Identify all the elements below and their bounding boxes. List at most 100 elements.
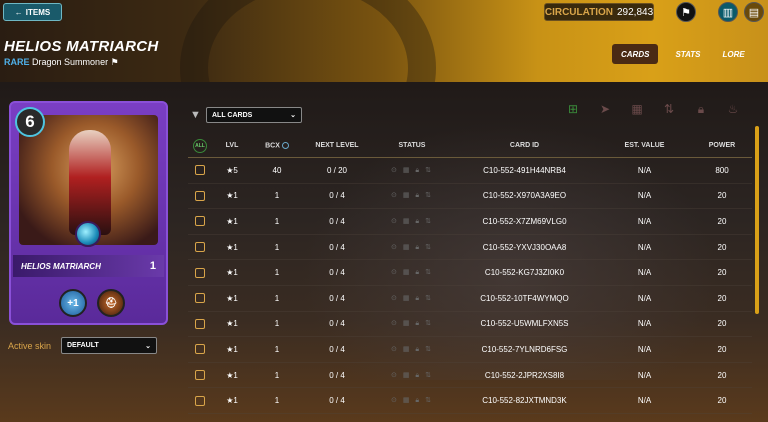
send-icon[interactable]: ➤: [596, 100, 614, 118]
table-row[interactable]: ★1 1 0 / 4 ⊙ ▦ 🔒︎ ⇅ C10-552-82JXTMND3K N/A 20: [188, 388, 752, 414]
row-card-id: C10-552-491H44NRB4: [483, 165, 566, 175]
table-row[interactable]: ★1 1 0 / 4 ⊙ ▦ 🔒︎ ⇅ C10-552-10TF4WYMQO N/A 20: [188, 286, 752, 312]
row-lvl: ★1: [226, 344, 238, 354]
table-row[interactable]: ★1 1 0 / 4 ⊙ ▦ 🔒︎ ⇅ C10-552-2JPR2XS8I8 N/A 20: [188, 363, 752, 389]
col-next-level[interactable]: NEXT LEVEL: [302, 142, 372, 149]
status-icons: ⊙ ▦ 🔒︎ ⇅: [391, 397, 433, 405]
table-row[interactable]: ★1 1 0 / 4 ⊙ ▦ 🔒︎ ⇅ C10-552-KG7J3ZI0K0 N/A 20: [188, 260, 752, 286]
row-est-value: N/A: [637, 370, 652, 380]
dragon-splinter-icon[interactable]: ⚑: [676, 2, 696, 22]
card-image: 6 HELIOS MATRIARCH 1 +1 ⛑: [9, 101, 168, 325]
table-header: ALL LVL BCX NEXT LEVEL STATUS CARD ID ES…: [188, 136, 752, 158]
row-lvl: ★1: [226, 216, 238, 226]
row-checkbox[interactable]: [195, 216, 205, 227]
row-bcx: 1: [274, 344, 280, 354]
lock-icon[interactable]: 🔒︎: [692, 100, 710, 118]
row-next-level: 0 / 4: [329, 268, 345, 278]
row-lvl: ★1: [226, 268, 238, 278]
row-checkbox[interactable]: [195, 318, 205, 329]
col-bcx[interactable]: BCX: [252, 141, 302, 149]
row-checkbox[interactable]: [195, 165, 205, 176]
status-icons: ⊙ ▦ 🔒︎ ⇅: [391, 243, 433, 251]
chevron-down-icon: ⌄: [145, 342, 151, 350]
row-card-id: C10-552-X970A3A9EO: [482, 191, 567, 201]
market-icon[interactable]: ▦: [628, 100, 646, 118]
row-card-id: C10-552-2JPR2XS8I8: [484, 370, 565, 380]
transfer-icon[interactable]: ⇅: [660, 100, 678, 118]
col-card-id[interactable]: CARD ID: [452, 142, 597, 149]
burn-icon[interactable]: ♨: [724, 100, 742, 118]
combine-icon[interactable]: ⊞: [564, 100, 582, 118]
table-row[interactable]: ★1 1 0 / 4 ⊙ ▦ 🔒︎ ⇅ C10-552-X970A3A9EO N/A 20: [188, 184, 752, 210]
circulation-badge: CIRCULATION 292,843: [544, 3, 654, 21]
items-back-button[interactable]: ← ITEMS: [3, 3, 62, 21]
row-power: 20: [717, 216, 727, 226]
col-status[interactable]: STATUS: [372, 142, 452, 149]
collection-icon[interactable]: ▤: [744, 2, 764, 22]
row-lvl: ★1: [226, 319, 238, 329]
row-lvl: ★1: [226, 242, 238, 252]
row-lvl: ★1: [226, 370, 238, 380]
info-icon[interactable]: [281, 141, 289, 149]
ability-icon: +1: [59, 289, 87, 317]
status-icons: ⊙ ▦ 🔒︎ ⇅: [391, 192, 433, 200]
row-next-level: 0 / 4: [329, 396, 345, 406]
row-card-id: C10-552-10TF4WYMQO: [480, 293, 569, 303]
row-checkbox[interactable]: [195, 267, 205, 278]
row-power: 20: [717, 396, 727, 406]
col-lvl[interactable]: LVL: [212, 142, 252, 149]
select-all-checkbox[interactable]: ALL: [193, 138, 207, 153]
cards-icon[interactable]: ▥: [718, 2, 738, 22]
chevron-down-icon: ⌄: [290, 112, 296, 119]
tab-cards[interactable]: CARDS: [612, 44, 659, 64]
table-row[interactable]: ★5 40 0 / 20 ⊙ ▦ 🔒︎ ⇅ C10-552-491H44NRB4 N/A 8…: [188, 158, 752, 184]
col-est-value[interactable]: EST. VALUE: [597, 142, 692, 149]
status-icons: ⊙ ▦ 🔒︎ ⇅: [391, 294, 433, 302]
row-power: 20: [717, 370, 727, 380]
row-next-level: 0 / 4: [329, 191, 345, 201]
row-checkbox[interactable]: [195, 344, 205, 355]
row-next-level: 0 / 4: [329, 242, 345, 252]
row-bcx: 1: [274, 293, 280, 303]
row-power: 800: [715, 165, 729, 175]
row-next-level: 0 / 4: [329, 344, 345, 354]
card-filter-select[interactable]: ALL CARDS ⌄: [206, 107, 302, 123]
row-est-value: N/A: [637, 242, 652, 252]
row-checkbox[interactable]: [195, 242, 205, 253]
arrow-left-icon: ←: [14, 7, 23, 17]
row-checkbox[interactable]: [195, 395, 205, 406]
row-bcx: 1: [274, 216, 280, 226]
cards-table: ALL LVL BCX NEXT LEVEL STATUS CARD ID ES…: [188, 136, 752, 414]
row-est-value: N/A: [637, 344, 652, 354]
table-row[interactable]: ★1 1 0 / 4 ⊙ ▦ 🔒︎ ⇅ C10-552-7YLNRD6FSG N/A 20: [188, 337, 752, 363]
row-bcx: 1: [274, 319, 280, 329]
row-est-value: N/A: [637, 165, 652, 175]
scrollbar[interactable]: [755, 126, 759, 314]
row-est-value: N/A: [637, 216, 652, 226]
col-power[interactable]: POWER: [692, 142, 752, 149]
row-checkbox[interactable]: [195, 370, 205, 381]
row-est-value: N/A: [637, 293, 652, 303]
row-power: 20: [717, 268, 727, 278]
tab-bar: CARDS STATS LORE: [612, 44, 754, 64]
table-row[interactable]: ★1 1 0 / 4 ⊙ ▦ 🔒︎ ⇅ C10-552-YXVJ30OAA8 N/A 20: [188, 235, 752, 261]
row-power: 20: [717, 319, 727, 329]
row-lvl: ★1: [226, 293, 238, 303]
row-card-id: C10-552-U5WMLFXN5S: [480, 319, 569, 329]
tab-lore[interactable]: LORE: [714, 44, 754, 64]
active-skin-label: Active skin: [8, 341, 52, 351]
action-toolbar: ⊞ ➤ ▦ ⇅ 🔒︎ ♨: [564, 100, 742, 118]
row-checkbox[interactable]: [195, 190, 205, 201]
row-bcx: 1: [274, 242, 280, 252]
filter-icon: ▼: [190, 109, 201, 121]
rarity-label: RARE: [4, 57, 30, 67]
row-checkbox[interactable]: [195, 293, 205, 304]
table-row[interactable]: ★1 1 0 / 4 ⊙ ▦ 🔒︎ ⇅ C10-552-U5WMLFXN5S N/A 20: [188, 312, 752, 338]
helmet-icon: ⛑: [97, 289, 125, 317]
skin-select[interactable]: DEFAULT ⌄: [61, 337, 157, 354]
card-banner: HELIOS MATRIARCH 1: [13, 255, 164, 277]
table-row[interactable]: ★1 1 0 / 4 ⊙ ▦ 🔒︎ ⇅ C10-552-X7ZM69VLG0 N/A 20: [188, 209, 752, 235]
tab-stats[interactable]: STATS: [666, 44, 709, 64]
row-next-level: 0 / 4: [329, 370, 345, 380]
row-lvl: ★1: [226, 396, 238, 406]
